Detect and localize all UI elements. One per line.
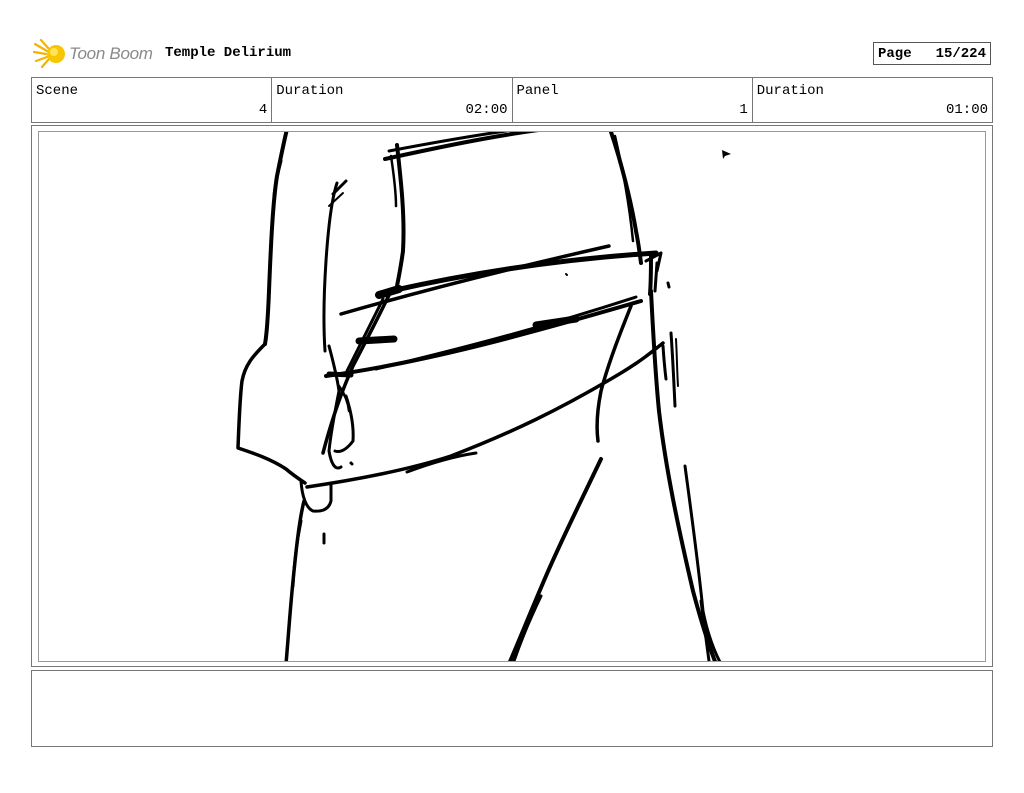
starburst-icon bbox=[33, 38, 65, 69]
page-number: 15/224 bbox=[935, 45, 986, 62]
sketch-drawing bbox=[236, 132, 731, 661]
storyboard-panel-image bbox=[38, 131, 986, 662]
logo-text: Toon Boom bbox=[69, 44, 153, 63]
page-label: Page bbox=[878, 45, 912, 62]
storyboard-panel-frame bbox=[31, 125, 993, 667]
panel-cell: Panel 1 bbox=[513, 78, 753, 122]
panel-label: Panel bbox=[516, 83, 559, 99]
project-title: Temple Delirium bbox=[165, 45, 292, 61]
toon-boom-logo: Toon Boom bbox=[33, 38, 153, 70]
panel-duration-label: Duration bbox=[756, 83, 824, 99]
panel-notes-box bbox=[31, 670, 993, 747]
scene-label: Scene bbox=[36, 83, 79, 99]
scene-duration-label: Duration bbox=[276, 83, 344, 99]
page-indicator: Page 15/224 bbox=[873, 42, 991, 65]
scene-cell: Scene 4 bbox=[32, 78, 273, 122]
panel-info-row: Scene 4 Duration 02:00 Panel 1 Duration … bbox=[31, 77, 993, 123]
panel-value: 1 bbox=[739, 102, 748, 118]
scene-duration-value: 02:00 bbox=[465, 102, 508, 118]
panel-duration-cell: Duration 01:00 bbox=[753, 78, 992, 122]
panel-duration-value: 01:00 bbox=[945, 102, 988, 118]
scene-value: 4 bbox=[258, 102, 268, 118]
scene-duration-cell: Duration 02:00 bbox=[272, 78, 513, 122]
